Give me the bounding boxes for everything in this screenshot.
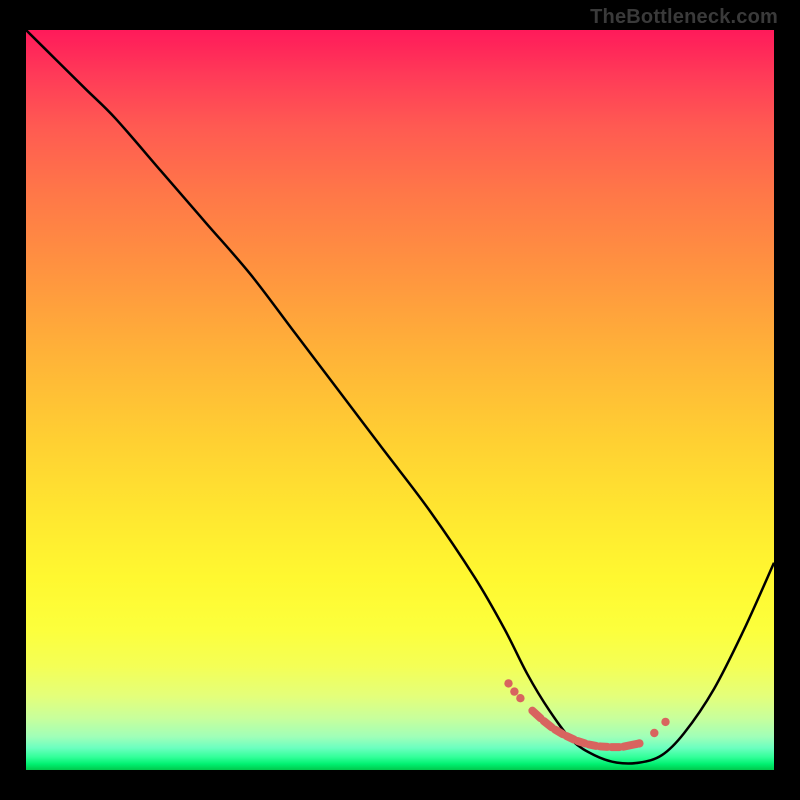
bottleneck-curve	[26, 30, 774, 764]
scatter-dot	[510, 687, 518, 695]
scatter-dot	[516, 694, 524, 702]
scatter-dot	[504, 679, 512, 687]
scatter-dots	[504, 679, 669, 751]
chart-container: TheBottleneck.com	[0, 0, 800, 800]
plot-area	[26, 30, 774, 770]
curve-svg	[26, 30, 774, 770]
scatter-dot	[661, 718, 669, 726]
watermark-text: TheBottleneck.com	[590, 6, 778, 29]
scatter-dot	[650, 729, 658, 737]
scatter-dot	[635, 739, 643, 747]
